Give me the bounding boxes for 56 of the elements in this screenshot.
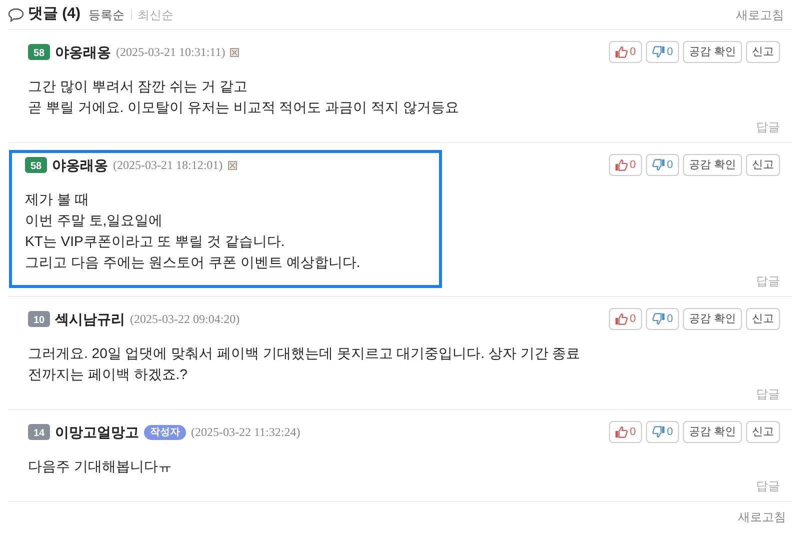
comment-text: 그간 많이 뿌려서 잠깐 쉬는 거 같고 (28, 77, 248, 96)
thumbs-up-icon (614, 313, 628, 325)
like-button[interactable]: 0 (608, 41, 642, 63)
report-button[interactable]: 신고 (746, 41, 780, 63)
dislike-button[interactable]: 0 (646, 154, 679, 176)
author-name[interactable]: 야옹래옹 (52, 154, 108, 176)
reply-link[interactable]: 답글 (756, 385, 780, 403)
thumbs-up-icon (614, 159, 628, 171)
like-button[interactable]: 0 (608, 421, 642, 443)
comment-date: (2025-03-22 09:04:20) (130, 311, 240, 328)
author-name[interactable]: 야옹래옹 (55, 42, 111, 62)
author-name[interactable]: 이망고얼망고 (55, 422, 139, 442)
empathy-button[interactable]: 공감 확인 (682, 421, 742, 443)
reply-link[interactable]: 답글 (756, 477, 780, 495)
report-button[interactable]: 신고 (746, 154, 780, 176)
level-badge: 58 (28, 44, 50, 60)
comment-text: KT는 VIP쿠폰이라고 또 뿌릴 것 같습니다. (25, 232, 286, 251)
refresh-link[interactable]: 새로고침 (738, 508, 786, 526)
reply-link[interactable]: 답글 (756, 118, 780, 136)
like-button[interactable]: 0 (608, 154, 642, 176)
sort-link[interactable]: 최신순 (138, 6, 174, 24)
thumbs-down-icon (652, 46, 665, 58)
thumbs-up-icon (614, 46, 628, 58)
comment-text: 그러게요. 20일 업댓에 맞춰서 페이백 기대했는데 못지르고 대기중입니다. 상자 기간 종료 (28, 344, 582, 363)
comment-date: (2025-03-22 11:32:24) (191, 424, 300, 441)
comment-icon (8, 8, 24, 22)
comment-text: 곧 뿌릴 거에요. 이모탈이 유저는 비교적 적어도 과금이 적지 않거등요 (28, 98, 460, 117)
level-badge: 10 (28, 311, 50, 327)
dislike-button[interactable]: 0 (646, 421, 679, 443)
thumbs-down-icon (652, 426, 665, 438)
comment-text: 그리고 다음 주에는 원스토어 쿠폰 이벤트 예상합니다. (25, 253, 362, 272)
comment-text: 전까지는 페이백 하겠죠.? (28, 365, 188, 384)
level-badge: 58 (25, 157, 47, 173)
reply-link[interactable]: 답글 (756, 272, 780, 290)
empathy-button[interactable]: 공감 확인 (682, 154, 742, 176)
comment-date: (2025-03-21 10:31:11) (116, 44, 226, 61)
comments-title: 댓글 (4) (28, 4, 80, 24)
sort-link[interactable]: 등록순 (88, 6, 124, 24)
report-button[interactable]: 신고 (746, 421, 780, 443)
author-tag: 작성자 (144, 424, 186, 440)
thumbs-down-icon (652, 313, 665, 325)
author-name[interactable]: 섹시남규리 (55, 308, 125, 330)
thumbs-up-icon (614, 426, 628, 438)
dislike-button[interactable]: 0 (646, 41, 679, 63)
report-button[interactable]: 신고 (746, 308, 780, 330)
comment-text: 제가 볼 때 (25, 190, 90, 209)
dislike-button[interactable]: 0 (646, 308, 679, 330)
comment-date: (2025-03-21 18:12:01) (113, 157, 223, 174)
thumbs-down-icon (652, 159, 665, 171)
like-button[interactable]: 0 (608, 308, 642, 330)
comment-text: 이번 주말 토,일요일에 (25, 211, 164, 230)
empathy-button[interactable]: 공감 확인 (682, 41, 742, 63)
refresh-link[interactable]: 새로고침 (736, 6, 784, 24)
level-badge: 14 (28, 424, 50, 440)
comment-text: 다음주 기대해봅니다ㅠ (28, 457, 173, 476)
empathy-button[interactable]: 공감 확인 (682, 308, 742, 330)
